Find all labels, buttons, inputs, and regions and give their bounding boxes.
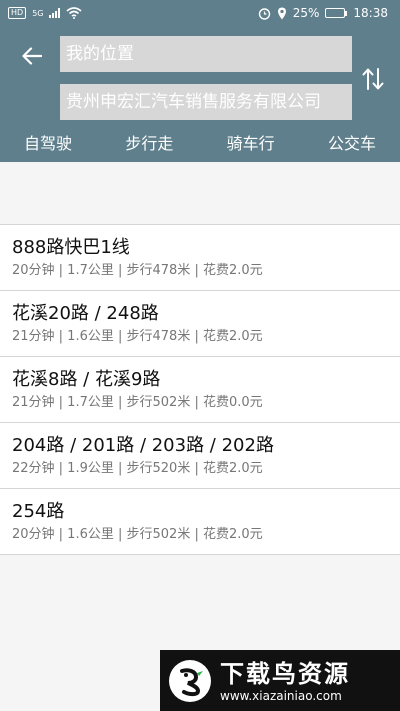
back-button[interactable] — [14, 40, 50, 72]
location-icon — [277, 7, 286, 19]
tab-walk[interactable]: 步行走 — [125, 130, 173, 156]
battery-icon — [325, 8, 348, 18]
route-name: 花溪20路 / 248路 — [12, 303, 159, 324]
status-right: 25% 18:38 — [258, 6, 388, 20]
route-name: 254路 — [12, 501, 65, 522]
route-meta: 20分钟 | 1.6公里 | 步行502米 | 花费2.0元 — [12, 527, 263, 542]
watermark-title: 下载鸟资源 — [220, 659, 350, 688]
route-list: 888路快巴1线 20分钟 | 1.7公里 | 步行478米 | 花费2.0元 … — [0, 224, 400, 555]
route-name: 204路 / 201路 / 203路 / 202路 — [12, 435, 274, 456]
battery-level: 25% — [292, 6, 320, 20]
status-left: HD 5G — [8, 7, 83, 19]
route-name: 888路快巴1线 — [12, 237, 130, 258]
watermark-banner: 下载鸟资源 www.xiazainiao.com — [160, 650, 400, 711]
list-item[interactable]: 花溪20路 / 248路 21分钟 | 1.6公里 | 步行478米 | 花费2… — [0, 291, 400, 357]
tab-bike[interactable]: 骑车行 — [227, 130, 275, 156]
route-meta: 22分钟 | 1.9公里 | 步行520米 | 花费2.0元 — [12, 461, 263, 476]
tab-bus[interactable]: 公交车 — [328, 130, 376, 156]
list-item[interactable]: 花溪8路 / 花溪9路 21分钟 | 1.7公里 | 步行502米 | 花费0.… — [0, 357, 400, 423]
route-meta: 20分钟 | 1.7公里 | 步行478米 | 花费2.0元 — [12, 263, 263, 278]
route-meta: 21分钟 | 1.7公里 | 步行502米 | 花费0.0元 — [12, 395, 263, 410]
network-label: 5G — [32, 8, 44, 18]
list-item[interactable]: 204路 / 201路 / 203路 / 202路 22分钟 | 1.9公里 |… — [0, 423, 400, 489]
watermark-text: 下载鸟资源 www.xiazainiao.com — [220, 659, 350, 703]
list-item[interactable]: 254路 20分钟 | 1.6公里 | 步行502米 | 花费2.0元 — [0, 489, 400, 555]
travel-mode-tabs: 自驾驶 步行走 骑车行 公交车 — [0, 130, 400, 156]
back-arrow-icon — [22, 47, 42, 65]
tab-drive[interactable]: 自驾驶 — [24, 130, 72, 156]
hd-icon: HD — [8, 7, 27, 19]
swap-icon — [362, 68, 384, 90]
status-bar: HD 5G 25% 18:38 — [0, 0, 400, 26]
destination-input[interactable]: 贵州申宏汇汽车销售服务有限公司 — [60, 84, 352, 120]
clock: 18:38 — [353, 6, 388, 20]
route-name: 花溪8路 / 花溪9路 — [12, 369, 161, 390]
list-item[interactable]: 888路快巴1线 20分钟 | 1.7公里 | 步行478米 | 花费2.0元 — [0, 225, 400, 291]
watermark-url: www.xiazainiao.com — [220, 688, 342, 703]
swap-button[interactable] — [356, 62, 390, 96]
route-header: 我的位置 贵州申宏汇汽车销售服务有限公司 自驾驶 步行走 骑车行 公交车 — [0, 26, 400, 162]
wifi-icon — [66, 7, 83, 19]
bird-logo-icon — [169, 659, 211, 702]
alarm-icon — [258, 7, 270, 20]
signal-icon — [49, 8, 61, 18]
route-meta: 21分钟 | 1.6公里 | 步行478米 | 花费2.0元 — [12, 329, 263, 344]
origin-input[interactable]: 我的位置 — [60, 36, 352, 72]
